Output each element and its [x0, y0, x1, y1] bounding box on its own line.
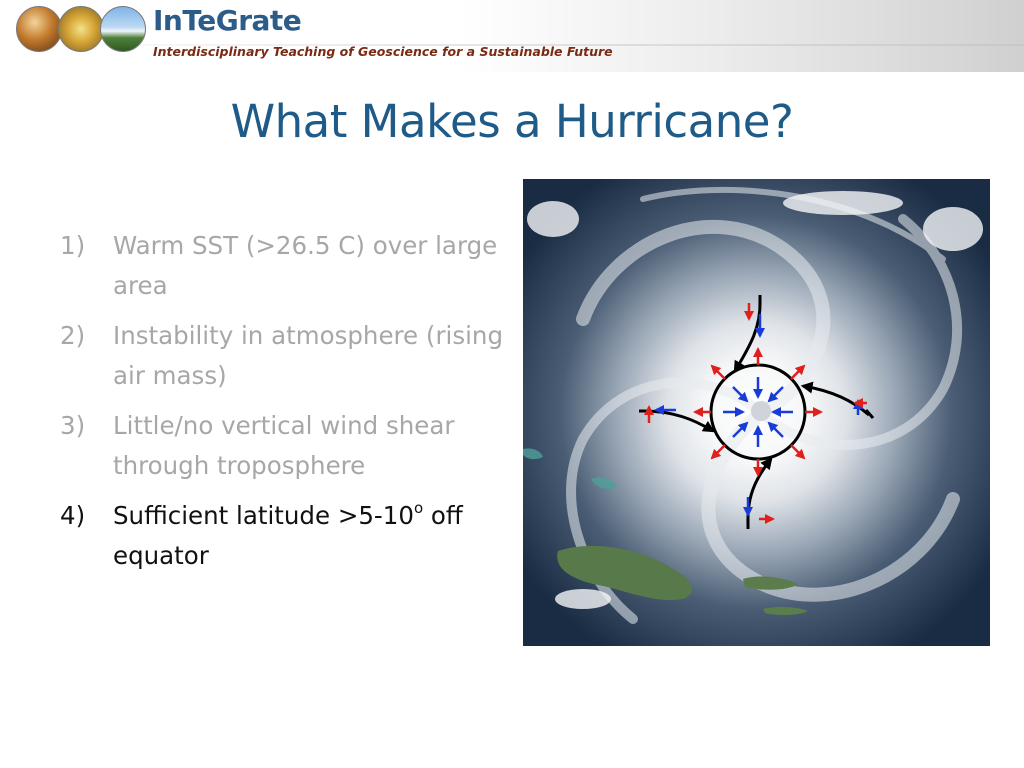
slide-title: What Makes a Hurricane?	[230, 95, 794, 148]
bullet-text: Little/no vertical wind shear through tr…	[113, 411, 455, 480]
brand-title: InTeGrate	[153, 4, 302, 37]
bullet-text: Warm SST (>26.5 C) over large area	[113, 231, 498, 300]
oil-derrick-logo-icon	[16, 6, 62, 52]
bullet-number: 2)	[60, 321, 86, 350]
hurricane-satellite-image	[523, 179, 990, 646]
grain-logo-icon	[58, 6, 104, 52]
header-banner: InTeGrate Interdisciplinary Teaching of …	[0, 0, 1024, 72]
list-item: 2) Instability in atmosphere (rising air…	[60, 316, 515, 396]
hurricane-eye	[751, 401, 771, 421]
list-item: 4) Sufficient latitude >5-10o off equato…	[60, 496, 515, 576]
mountain-logo-icon	[100, 6, 146, 52]
bullet-number: 1)	[60, 231, 86, 260]
list-item: 1) Warm SST (>26.5 C) over large area	[60, 226, 515, 306]
bullet-number: 3)	[60, 411, 86, 440]
brand-tagline: Interdisciplinary Teaching of Geoscience…	[153, 44, 613, 59]
bullet-number: 4)	[60, 501, 86, 530]
bullet-text: Instability in atmosphere (rising air ma…	[113, 321, 504, 390]
degree-superscript: o	[413, 499, 424, 517]
list-item: 3) Little/no vertical wind shear through…	[60, 406, 515, 486]
bullet-text-lead: Sufficient latitude >5-10	[113, 501, 414, 530]
bullet-list: 1) Warm SST (>26.5 C) over large area 2)…	[60, 226, 515, 586]
hurricane-diagram	[523, 179, 990, 646]
